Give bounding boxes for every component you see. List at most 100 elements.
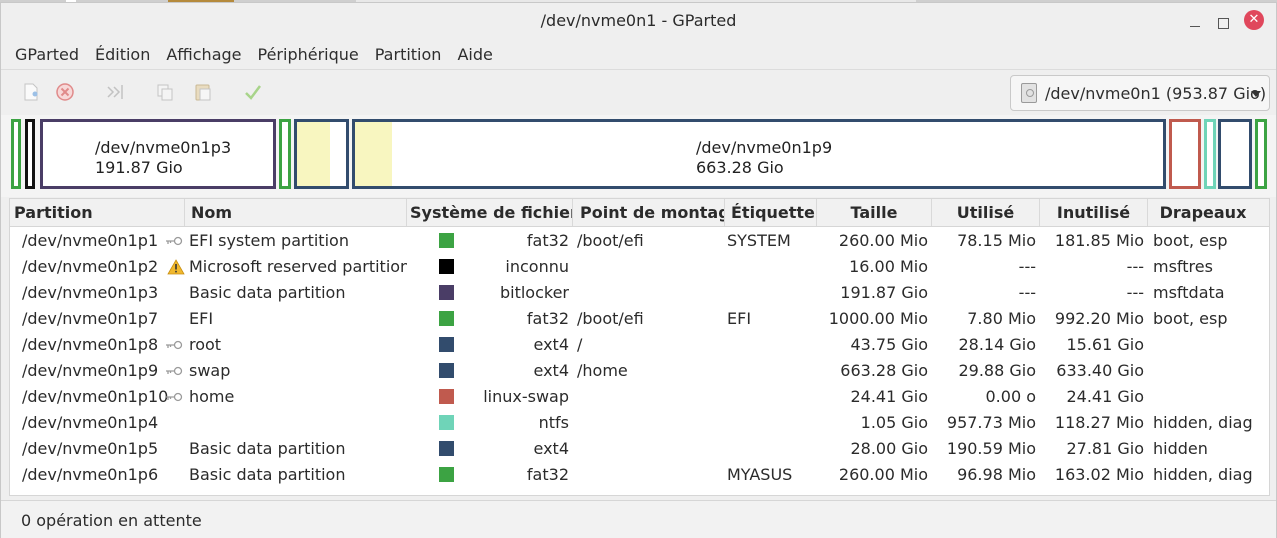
copy-icon[interactable] xyxy=(153,80,177,104)
filesystem-type: ntfs xyxy=(538,412,569,432)
cell-filesystem: ext4 xyxy=(407,361,573,380)
minimize-button[interactable] xyxy=(1188,16,1202,30)
cell-flags: hidden xyxy=(1153,438,1208,458)
cell-name: Basic data partition xyxy=(189,282,346,302)
device-selector[interactable]: /dev/nvme0n1 (953.87 Gio) xyxy=(1010,75,1270,111)
cell-name: swap xyxy=(189,360,231,380)
cell-size: 663.28 Gio xyxy=(840,360,928,380)
map-segment-p9[interactable]: /dev/nvme0n1p9 663.28 Gio xyxy=(352,119,1166,189)
cell-partition: /dev/nvme0n1p5 xyxy=(10,439,185,458)
cell-used: 190.59 Mio xyxy=(946,438,1036,458)
filesystem-type: inconnu xyxy=(505,256,569,276)
cell-used: --- xyxy=(1018,282,1036,302)
map-segment-p4[interactable] xyxy=(1204,119,1216,189)
map-segment-p3-size: 191.87 Gio xyxy=(95,158,183,177)
map-segment-p3-name: /dev/nvme0n1p3 xyxy=(95,138,232,157)
table-row[interactable]: /dev/nvme0n1p6 Basic data partition fat32 M… xyxy=(10,461,1269,487)
cell-size: 28.00 Gio xyxy=(850,438,928,458)
partition-path: /dev/nvme0n1p7 xyxy=(22,308,159,328)
cell-partition: /dev/nvme0n1p4 xyxy=(10,413,185,432)
new-icon[interactable] xyxy=(19,80,43,104)
filesystem-color-swatch xyxy=(439,388,454,404)
cell-size: 260.00 Mio xyxy=(838,230,928,250)
window-controls: ✕ xyxy=(1188,10,1264,33)
map-segment-p7[interactable] xyxy=(279,119,291,189)
filesystem-color-swatch xyxy=(439,362,454,378)
partition-path: /dev/nvme0n1p10 xyxy=(22,386,169,406)
cell-size: 1000.00 Mio xyxy=(828,308,928,328)
cell-partition: /dev/nvme0n1p10 xyxy=(10,387,185,406)
table-row[interactable]: /dev/nvme0n1p3 Basic data partition bitloc… xyxy=(10,279,1269,305)
resize-move-icon[interactable] xyxy=(103,80,127,104)
cell-size: 191.87 Gio xyxy=(840,282,928,302)
cell-name: Microsoft reserved partition xyxy=(189,256,407,276)
cell-mountpoint: /home xyxy=(577,360,628,380)
map-segment-p6[interactable] xyxy=(1255,119,1267,189)
table-row[interactable]: /dev/nvme0n1p1 EFI system partition fat32 /… xyxy=(10,227,1269,253)
cell-used: 0.00 o xyxy=(985,386,1037,406)
table-row[interactable]: /dev/nvme0n1p7 EFI fat32/boot/efi EFI 1000.0… xyxy=(10,305,1269,331)
maximize-button[interactable] xyxy=(1216,16,1230,30)
cell-filesystem: linux-swap xyxy=(407,387,573,406)
cell-mountpoint: /boot/efi xyxy=(577,230,644,250)
delete-icon[interactable] xyxy=(53,80,77,104)
cell-flags: boot, esp xyxy=(1153,308,1228,328)
col-filesystem[interactable]: Système de fichiers xyxy=(407,199,573,226)
cell-unused: 118.27 Mio xyxy=(1054,412,1144,432)
map-segment-p2[interactable] xyxy=(25,119,35,189)
map-segment-p10[interactable] xyxy=(1169,119,1201,189)
col-mountpoint[interactable]: Point de montage xyxy=(573,199,725,226)
table-row[interactable]: /dev/nvme0n1p9 swap ext4/home 663.28 Gio 29.… xyxy=(10,357,1269,383)
filesystem-color-swatch xyxy=(439,258,454,274)
partition-path: /dev/nvme0n1p9 xyxy=(22,360,159,380)
close-button[interactable]: ✕ xyxy=(1244,10,1264,30)
apply-icon[interactable] xyxy=(241,80,265,104)
cell-flags: hidden, diag xyxy=(1153,464,1253,484)
map-segment-p5[interactable] xyxy=(1218,119,1252,189)
cell-filesystem: ext4 xyxy=(407,439,573,458)
menu-peripherique[interactable]: Périphérique xyxy=(258,45,359,64)
cell-unused: 181.85 Mio xyxy=(1054,230,1144,250)
cell-partition: /dev/nvme0n1p9 xyxy=(10,361,185,380)
cell-size: 1.05 Gio xyxy=(860,412,928,432)
key-icon xyxy=(166,236,183,245)
table-row[interactable]: /dev/nvme0n1p10 home linux-swap 24.41 Gio 0.… xyxy=(10,383,1269,409)
table-row[interactable]: /dev/nvme0n1p8 root ext4 / 43.75 Gio 28.14 Gi… xyxy=(10,331,1269,357)
filesystem-type: linux-swap xyxy=(483,386,569,406)
cell-name: Basic data partition xyxy=(189,438,346,458)
cell-flags: msftdata xyxy=(1153,282,1225,302)
partition-path: /dev/nvme0n1p4 xyxy=(22,412,159,432)
col-used[interactable]: Utilisé xyxy=(932,199,1040,226)
filesystem-type: fat32 xyxy=(526,308,569,328)
col-label[interactable]: Étiquette xyxy=(725,199,817,226)
map-segment-p3[interactable]: /dev/nvme0n1p3 191.87 Gio xyxy=(40,119,276,189)
cell-name: Basic data partition xyxy=(189,464,346,484)
cell-partition: /dev/nvme0n1p1 xyxy=(10,231,185,250)
col-flags[interactable]: Drapeaux xyxy=(1148,199,1258,226)
cell-unused: 27.81 Gio xyxy=(1066,438,1144,458)
col-partition[interactable]: Partition xyxy=(10,199,185,226)
cell-filesystem: ntfs xyxy=(407,413,573,432)
cell-partition: /dev/nvme0n1p8 xyxy=(10,335,185,354)
partition-path: /dev/nvme0n1p3 xyxy=(22,282,159,302)
menu-partition[interactable]: Partition xyxy=(375,45,442,64)
toolbar: /dev/nvme0n1 (953.87 Gio) xyxy=(1,69,1276,115)
table-row[interactable]: /dev/nvme0n1p4 ntfs 1.05 Gio 957.73 Mio 118.… xyxy=(10,409,1269,435)
paste-icon[interactable] xyxy=(191,80,215,104)
table-row[interactable]: /dev/nvme0n1p2 Microsoft reserved partiti… xyxy=(10,253,1269,279)
table-row[interactable]: /dev/nvme0n1p5 Basic data partition ext4 28… xyxy=(10,435,1269,461)
map-segment-p8[interactable] xyxy=(294,119,349,189)
menu-affichage[interactable]: Affichage xyxy=(166,45,241,64)
menu-gparted[interactable]: GParted xyxy=(15,45,79,64)
filesystem-color-swatch xyxy=(439,232,454,248)
col-nom[interactable]: Nom xyxy=(185,199,407,226)
menu-aide[interactable]: Aide xyxy=(457,45,492,64)
warning-icon xyxy=(167,258,185,274)
cell-filesystem: fat32 xyxy=(407,231,573,250)
title-bar[interactable]: /dev/nvme0n1 - GParted ✕ xyxy=(1,3,1276,39)
col-size[interactable]: Taille xyxy=(817,199,932,226)
cell-filesystem: fat32 xyxy=(407,465,573,484)
map-segment-p1[interactable] xyxy=(11,119,21,189)
col-unused[interactable]: Inutilisé xyxy=(1040,199,1148,226)
menu-edition[interactable]: Édition xyxy=(95,45,150,64)
